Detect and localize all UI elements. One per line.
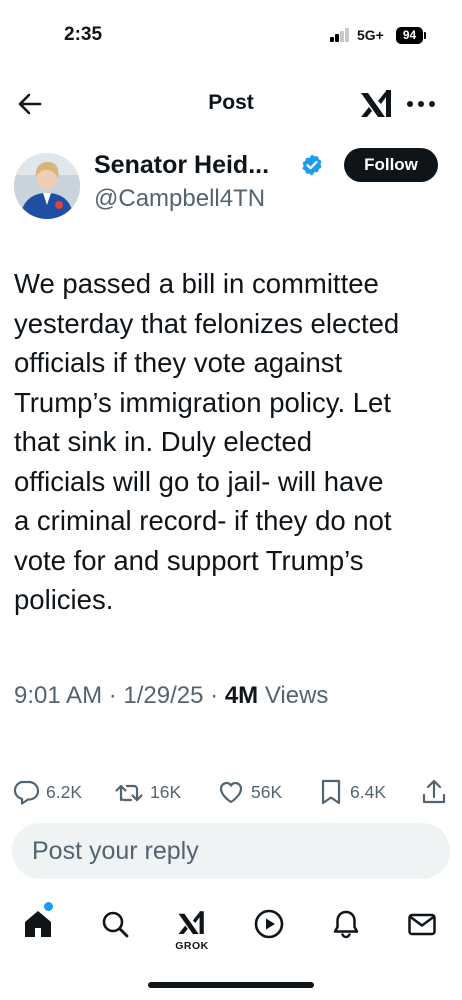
repost-count: 16K	[150, 781, 182, 802]
post-author: Senator Heid... @Campbell4TN Follow	[0, 148, 462, 228]
share-button[interactable]	[420, 775, 448, 809]
nav-header: Post	[0, 78, 462, 130]
reply-icon	[13, 780, 40, 805]
reply-count: 6.2K	[46, 781, 82, 802]
post-text-line: vote for and support Trump’s	[14, 544, 364, 576]
reply-button[interactable]: 6.2K	[12, 775, 82, 809]
tab-home[interactable]	[18, 904, 58, 954]
status-bar: 2:35 5G+ 94	[0, 0, 462, 70]
post-text-line: Trump’s immigration policy. Let	[14, 386, 391, 418]
like-button[interactable]: 56K	[217, 775, 282, 809]
tab-messages[interactable]	[402, 904, 442, 954]
search-icon	[102, 911, 129, 938]
views-label: Views	[264, 682, 329, 709]
bottom-tab-bar: GROK	[0, 900, 462, 960]
follow-button[interactable]: Follow	[344, 148, 438, 182]
post-text-line: policies.	[14, 584, 114, 615]
bookmark-icon	[321, 779, 341, 805]
post-text-line: officials will go to jail- will have	[14, 465, 384, 497]
home-badge	[44, 902, 53, 911]
xai-logo-icon	[361, 90, 391, 117]
post-meta: 9:01 AM · 1/29/25 · 4M Views	[14, 682, 328, 710]
repost-icon	[115, 784, 143, 802]
bookmark-count: 6.4K	[350, 781, 386, 802]
meta-separator: ·	[210, 682, 225, 709]
post-date[interactable]: 1/29/25	[123, 682, 203, 709]
post-text-line: that sink in. Duly elected	[14, 426, 313, 457]
play-circle-icon	[254, 909, 284, 939]
views-count: 4M	[224, 682, 259, 709]
post-text-line: yesterday that felonizes elected	[14, 307, 400, 339]
reply-placeholder: Post your reply	[32, 837, 199, 865]
avatar-image	[14, 153, 80, 219]
share-icon	[422, 779, 446, 804]
network-label: 5G+	[357, 27, 384, 43]
author-name[interactable]: Senator Heid...	[94, 151, 269, 180]
tab-grok[interactable]: GROK	[172, 904, 212, 954]
reply-input[interactable]: Post your reply	[12, 823, 450, 879]
tab-video[interactable]	[249, 904, 289, 954]
bell-icon	[333, 910, 359, 939]
post-text-line: officials if they vote against	[14, 347, 343, 378]
more-horizontal-icon	[407, 101, 435, 107]
bookmark-button[interactable]: 6.4K	[318, 775, 386, 809]
heart-icon	[219, 781, 243, 804]
repost-button[interactable]: 16K	[114, 775, 181, 809]
signal-icon	[330, 28, 352, 42]
tab-notifications[interactable]	[326, 904, 366, 954]
home-icon	[25, 911, 51, 937]
grok-icon	[178, 911, 204, 934]
grok-button[interactable]	[358, 87, 396, 121]
status-time: 2:35	[64, 24, 103, 45]
more-button[interactable]	[404, 89, 438, 119]
verified-badge-icon	[302, 154, 322, 176]
avatar[interactable]	[14, 153, 80, 219]
battery-tip	[424, 32, 426, 39]
post-text-line: a criminal record- if they do not	[14, 505, 392, 536]
meta-separator: ·	[108, 682, 124, 709]
mail-icon	[408, 913, 436, 936]
grok-label: GROK	[175, 940, 209, 952]
author-handle[interactable]: @Campbell4TN	[94, 185, 265, 213]
like-count: 56K	[251, 781, 283, 802]
post-text-line: We passed a bill in committee	[14, 268, 379, 299]
tab-search[interactable]	[95, 904, 135, 954]
post-actions: 6.2K 16K 56K 6.4K	[0, 775, 462, 809]
battery-icon: 94	[396, 27, 423, 44]
post-text: We passed a bill in committee yesterday …	[14, 264, 454, 620]
post-time[interactable]: 9:01 AM	[14, 682, 102, 709]
home-indicator	[148, 982, 314, 988]
